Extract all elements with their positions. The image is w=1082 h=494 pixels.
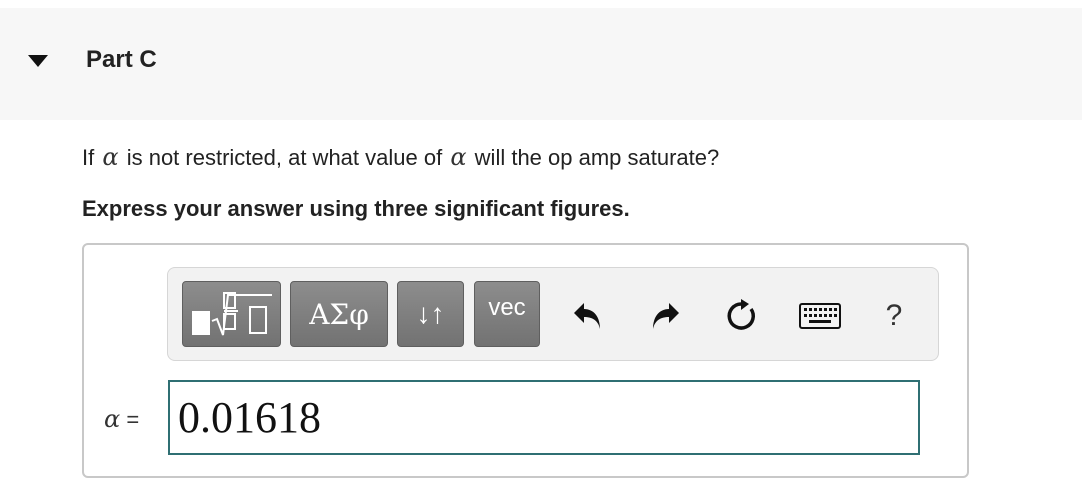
- part-header[interactable]: Part C: [0, 8, 1082, 120]
- alpha-symbol: α: [450, 143, 467, 171]
- instruction-text: Express your answer using three signific…: [82, 196, 630, 221]
- redo-icon[interactable]: [645, 296, 685, 336]
- variable-label: α =: [104, 405, 139, 433]
- equals-sign: =: [126, 407, 140, 432]
- undo-icon[interactable]: [568, 296, 608, 336]
- alpha-symbol: α: [102, 143, 119, 171]
- question-suffix: will the op amp saturate?: [474, 145, 720, 170]
- help-button[interactable]: ?: [874, 296, 914, 336]
- answer-input[interactable]: [168, 380, 920, 455]
- vector-button[interactable]: vec: [474, 281, 540, 347]
- question-text: If α is not restricted, at what value of…: [82, 143, 719, 171]
- collapse-triangle-icon[interactable]: [28, 55, 48, 69]
- question-prefix: If: [82, 145, 95, 170]
- templates-button[interactable]: [182, 281, 281, 347]
- arrows-button[interactable]: ↓↑: [397, 281, 464, 347]
- reset-icon[interactable]: [721, 296, 761, 336]
- part-title: Part C: [86, 46, 157, 73]
- greek-symbols-button[interactable]: ΑΣφ: [290, 281, 388, 347]
- question-middle: is not restricted, at what value of: [126, 145, 443, 170]
- math-toolbar: ΑΣφ ↓↑ vec ?: [167, 267, 939, 361]
- answer-variable: α: [104, 405, 121, 433]
- keyboard-icon[interactable]: [796, 296, 844, 336]
- templates-icon: [191, 292, 272, 336]
- answer-box: ΑΣφ ↓↑ vec ? α = 0.01618: [82, 243, 969, 478]
